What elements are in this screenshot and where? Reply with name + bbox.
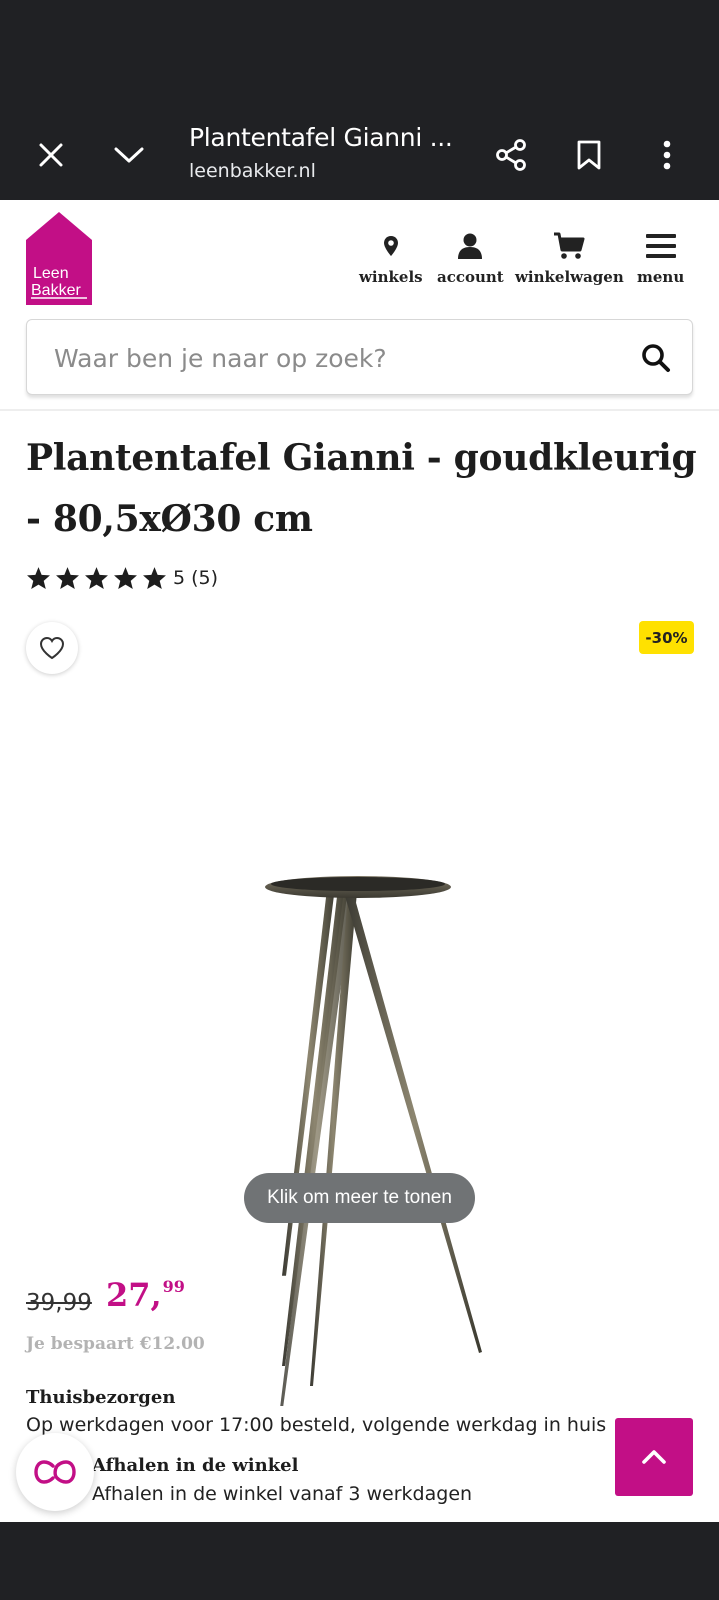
status-bar (0, 0, 719, 110)
store-pickup-title: Afhalen in de winkel (92, 1455, 299, 1476)
nav-menu-label: menu (637, 268, 685, 286)
more-options-icon[interactable] (644, 132, 690, 178)
cart-icon (553, 230, 585, 262)
web-page: Leen Bakker winkels account winkelwagen … (0, 200, 719, 1522)
nav-account-label: account (437, 268, 504, 286)
chat-logo-icon (34, 1460, 76, 1484)
browser-toolbar: Plantentafel Gianni ... leenbakker.nl (0, 110, 719, 200)
page-title-tab: Plantentafel Gianni ... (189, 123, 453, 152)
svg-text:Bakker: Bakker (31, 282, 81, 299)
star-icon (143, 567, 166, 589)
current-price: 27,99 (106, 1276, 185, 1314)
navigation-bar (0, 1522, 719, 1600)
store-pickup-text: Afhalen in de winkel vanaf 3 werkdagen (92, 1483, 473, 1505)
saving-text: Je bespaart €12.00 (26, 1334, 205, 1354)
star-icon (27, 567, 50, 589)
bookmark-icon[interactable] (566, 132, 612, 178)
old-price: 39,99 (26, 1290, 92, 1316)
favorite-button[interactable] (26, 622, 78, 674)
search-placeholder: Waar ben je naar op zoek? (54, 344, 387, 373)
svg-text:Leen: Leen (33, 265, 69, 282)
price-cents: 99 (162, 1277, 185, 1296)
user-icon (457, 230, 483, 262)
close-icon[interactable] (28, 132, 74, 178)
chat-widget-button[interactable] (16, 1433, 94, 1511)
nav-stores[interactable]: winkels (359, 230, 423, 286)
location-pin-icon (383, 230, 399, 262)
search-icon[interactable] (640, 342, 672, 374)
nav-account[interactable]: account (437, 230, 504, 286)
product-title: Plantentafel Gianni - goudkleurig - 80,5… (26, 437, 697, 540)
chevron-up-icon (642, 1450, 666, 1464)
url-text[interactable]: leenbakker.nl (189, 160, 316, 182)
chevron-down-icon[interactable] (106, 132, 152, 178)
star-icon (114, 567, 137, 589)
rating-stars (26, 566, 167, 590)
show-more-button[interactable]: Klik om meer te tonen (244, 1173, 475, 1223)
share-icon[interactable] (488, 132, 534, 178)
nav-cart[interactable]: winkelwagen (515, 230, 624, 286)
rating-text: 5 (5) (173, 567, 219, 589)
back-to-top-button[interactable] (615, 1418, 693, 1496)
product-rating[interactable]: 5 (5) (26, 566, 218, 590)
star-icon (85, 567, 108, 589)
heart-icon (39, 636, 65, 660)
star-icon (56, 567, 79, 589)
search-input[interactable]: Waar ben je naar op zoek? (26, 319, 693, 395)
header-divider (0, 409, 719, 411)
leen-bakker-logo[interactable]: Leen Bakker (26, 212, 92, 305)
hamburger-menu-icon (645, 230, 676, 262)
home-delivery-title: Thuisbezorgen (26, 1387, 176, 1408)
price-main: 27, (106, 1276, 162, 1314)
discount-badge: -30% (639, 621, 694, 654)
nav-cart-label: winkelwagen (515, 268, 624, 286)
product-image[interactable] (230, 666, 490, 1408)
nav-stores-label: winkels (359, 268, 423, 286)
home-delivery-text: Op werkdagen voor 17:00 besteld, volgend… (26, 1414, 607, 1436)
nav-menu[interactable]: menu (637, 230, 684, 286)
